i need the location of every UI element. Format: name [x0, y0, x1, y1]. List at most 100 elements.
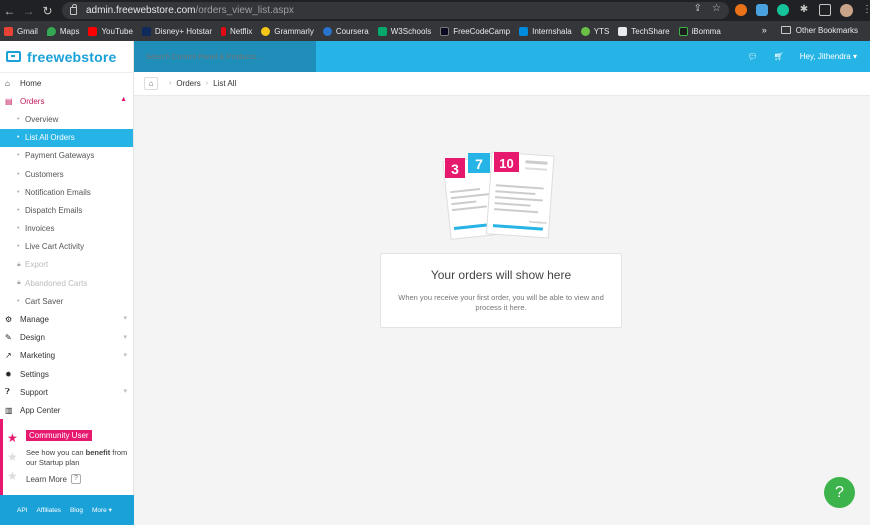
breadcrumb-current: List All — [213, 79, 237, 88]
cart-icon[interactable]: 🛒︎ — [774, 52, 784, 61]
bookmark-grammarly[interactable]: Grammarly — [261, 26, 314, 36]
home-icon: ⌂ — [5, 78, 10, 88]
sidebar-item-notification-emails[interactable]: • Notification Emails — [0, 183, 133, 201]
logo[interactable]: freewebstore — [0, 41, 133, 73]
sidebar-item-design[interactable]: ✎ Design ▾ — [0, 329, 133, 347]
home-icon[interactable]: ⌂ — [144, 77, 158, 90]
sidebar-item-overview[interactable]: • Overview — [0, 110, 133, 128]
bookmarks-overflow-chevron[interactable]: » — [762, 25, 767, 35]
bookmark-coursera[interactable]: Coursera — [322, 26, 369, 36]
sidebar-item-cart-saver[interactable]: • Cart Saver — [0, 292, 133, 310]
other-bookmarks[interactable]: Other Bookmarks — [796, 26, 858, 35]
help-circle-icon: ❓︎ — [5, 387, 10, 397]
bookmark-gmail[interactable]: Gmail — [4, 26, 38, 36]
footer-link-affiliates[interactable]: Affiliates — [36, 507, 60, 514]
extensions-bar: ✱ ⋮ — [735, 3, 870, 17]
gear-icon: ✹ — [5, 369, 12, 379]
sidebar-item-dispatch-emails[interactable]: • Dispatch Emails — [0, 201, 133, 219]
folder-icon — [780, 26, 791, 34]
bookmark-youtube[interactable]: YouTube — [88, 26, 133, 36]
sidebar-item-settings[interactable]: ✹ Settings — [0, 365, 133, 383]
chevron-down-icon: ▾ — [123, 351, 127, 359]
youtube-icon — [88, 26, 98, 36]
lock-icon: 🔒︎ — [17, 279, 21, 287]
sidepanel-icon[interactable] — [819, 4, 831, 16]
sidebar: freewebstore ⌂ Home ▤ Orders ▲ • Overview • L… — [0, 41, 134, 525]
footer-link-blog[interactable]: Blog — [70, 507, 83, 514]
bookmarks-bar: Gmail Maps YouTube Disney+ Hotstar Netfl… — [0, 21, 870, 41]
main-content: freewebstore 3 7 10 Your orders will sho… — [134, 96, 870, 525]
bookmark-ibomma[interactable]: iBomma — [678, 26, 721, 36]
number-10: 10 — [499, 156, 513, 171]
bookmark-internshala[interactable]: Internshala — [519, 26, 572, 36]
sidebar-item-orders[interactable]: ▤ Orders ▲ — [0, 92, 133, 110]
reload-icon[interactable]: ↻ — [38, 4, 57, 18]
netflix-icon — [221, 26, 227, 36]
sidebar-item-marketing[interactable]: ↗ Marketing ▾ — [0, 347, 133, 365]
forward-icon[interactable]: → — [19, 4, 38, 18]
sidebar-item-app-center[interactable]: ▥ App Center — [0, 401, 133, 419]
empty-state-title: Your orders will show here — [430, 268, 572, 282]
learn-more-link[interactable]: Learn More? — [26, 474, 81, 484]
bookmark-hotstar[interactable]: Disney+ Hotstar — [141, 26, 212, 36]
store-tag-icon — [6, 51, 21, 62]
sidebar-item-live-cart-activity[interactable]: • Live Cart Activity — [0, 238, 133, 256]
breadcrumb: ⌂ › Orders › List All — [134, 72, 870, 96]
w3schools-icon — [377, 26, 387, 36]
sidebar-item-customers[interactable]: • Customers — [0, 165, 133, 183]
bookmark-yts[interactable]: YTS — [580, 26, 609, 36]
lock-icon: 🔒︎ — [17, 260, 21, 268]
bookmark-techshare[interactable]: TechShare — [618, 26, 670, 36]
bookmark-netflix[interactable]: Netflix — [221, 26, 252, 36]
extension-icon-2[interactable] — [756, 4, 768, 16]
chevron-up-icon: ▲ — [120, 96, 127, 104]
footer-link-more[interactable]: More ▾ — [92, 506, 112, 514]
sidebar-item-manage[interactable]: ⚙ Manage ▾ — [0, 310, 133, 328]
maps-icon — [46, 26, 56, 36]
chat-bubble-icon[interactable]: 💬︎ — [747, 52, 757, 61]
help-chat-button[interactable]: ? — [824, 477, 855, 508]
chevron-down-icon: ▾ — [123, 315, 127, 323]
freecodecamp-icon — [440, 26, 450, 36]
bookmark-star-icon[interactable]: ☆ — [712, 3, 721, 14]
community-user-panel: ★ ★ ★ Community User See how you can ben… — [0, 419, 133, 497]
sidebar-item-payment-gateways[interactable]: • Payment Gateways — [0, 147, 133, 165]
search-input[interactable] — [134, 41, 316, 72]
user-menu[interactable]: Hey, Jithendra ▾ — [800, 52, 857, 61]
menu-kebab-icon[interactable]: ⋮ — [862, 4, 870, 16]
back-icon[interactable]: ← — [0, 4, 19, 18]
techshare-icon — [618, 26, 628, 36]
grammarly-extension-icon[interactable] — [777, 4, 789, 16]
star-empty-icon: ★ — [7, 450, 18, 464]
gmail-icon — [4, 26, 13, 36]
settings-cog-icon: ⚙ — [5, 315, 13, 325]
sidebar-item-invoices[interactable]: • Invoices — [0, 220, 133, 238]
sidebar-item-home[interactable]: ⌂ Home — [0, 74, 133, 92]
url-path: /orders_view_list.aspx — [195, 5, 294, 16]
orders-illustration: freewebstore 3 7 10 — [442, 151, 555, 240]
footer-link-api[interactable]: API — [17, 507, 27, 514]
bookmark-w3schools[interactable]: W3Schools — [377, 26, 431, 36]
coursera-icon — [322, 26, 332, 36]
extension-icon-1[interactable] — [735, 4, 747, 16]
hotstar-icon — [141, 26, 151, 36]
top-header: 💬︎ 🛒︎ Hey, Jithendra ▾ — [134, 41, 870, 72]
bookmark-maps[interactable]: Maps — [46, 26, 79, 36]
puzzle-icon[interactable]: ✱ — [798, 4, 810, 16]
chevron-down-icon: ▾ — [123, 388, 127, 396]
chevron-down-icon: ▾ — [123, 333, 127, 341]
sidebar-item-list-all-orders[interactable]: • List All Orders — [0, 128, 133, 147]
share-icon[interactable]: ⇪ — [694, 3, 702, 14]
help-question-icon: ? — [70, 474, 81, 484]
bookmark-freecodecamp[interactable]: FreeCodeCamp — [440, 26, 510, 36]
grammarly-icon — [261, 26, 271, 36]
profile-avatar-icon[interactable] — [840, 3, 853, 17]
address-bar[interactable]: admin.freewebstore.com/orders_view_list.… — [62, 2, 729, 19]
startup-plan-text[interactable]: See how you can benefit from our Startup… — [26, 448, 134, 468]
sidebar-item-support[interactable]: ❓︎ Support ▾ — [0, 383, 133, 401]
yts-icon — [580, 26, 590, 36]
internshala-icon — [519, 26, 529, 36]
breadcrumb-orders[interactable]: Orders — [176, 79, 200, 88]
empty-state-card: Your orders will show here When you rece… — [380, 253, 622, 328]
document-icon: ▤ — [5, 96, 13, 106]
